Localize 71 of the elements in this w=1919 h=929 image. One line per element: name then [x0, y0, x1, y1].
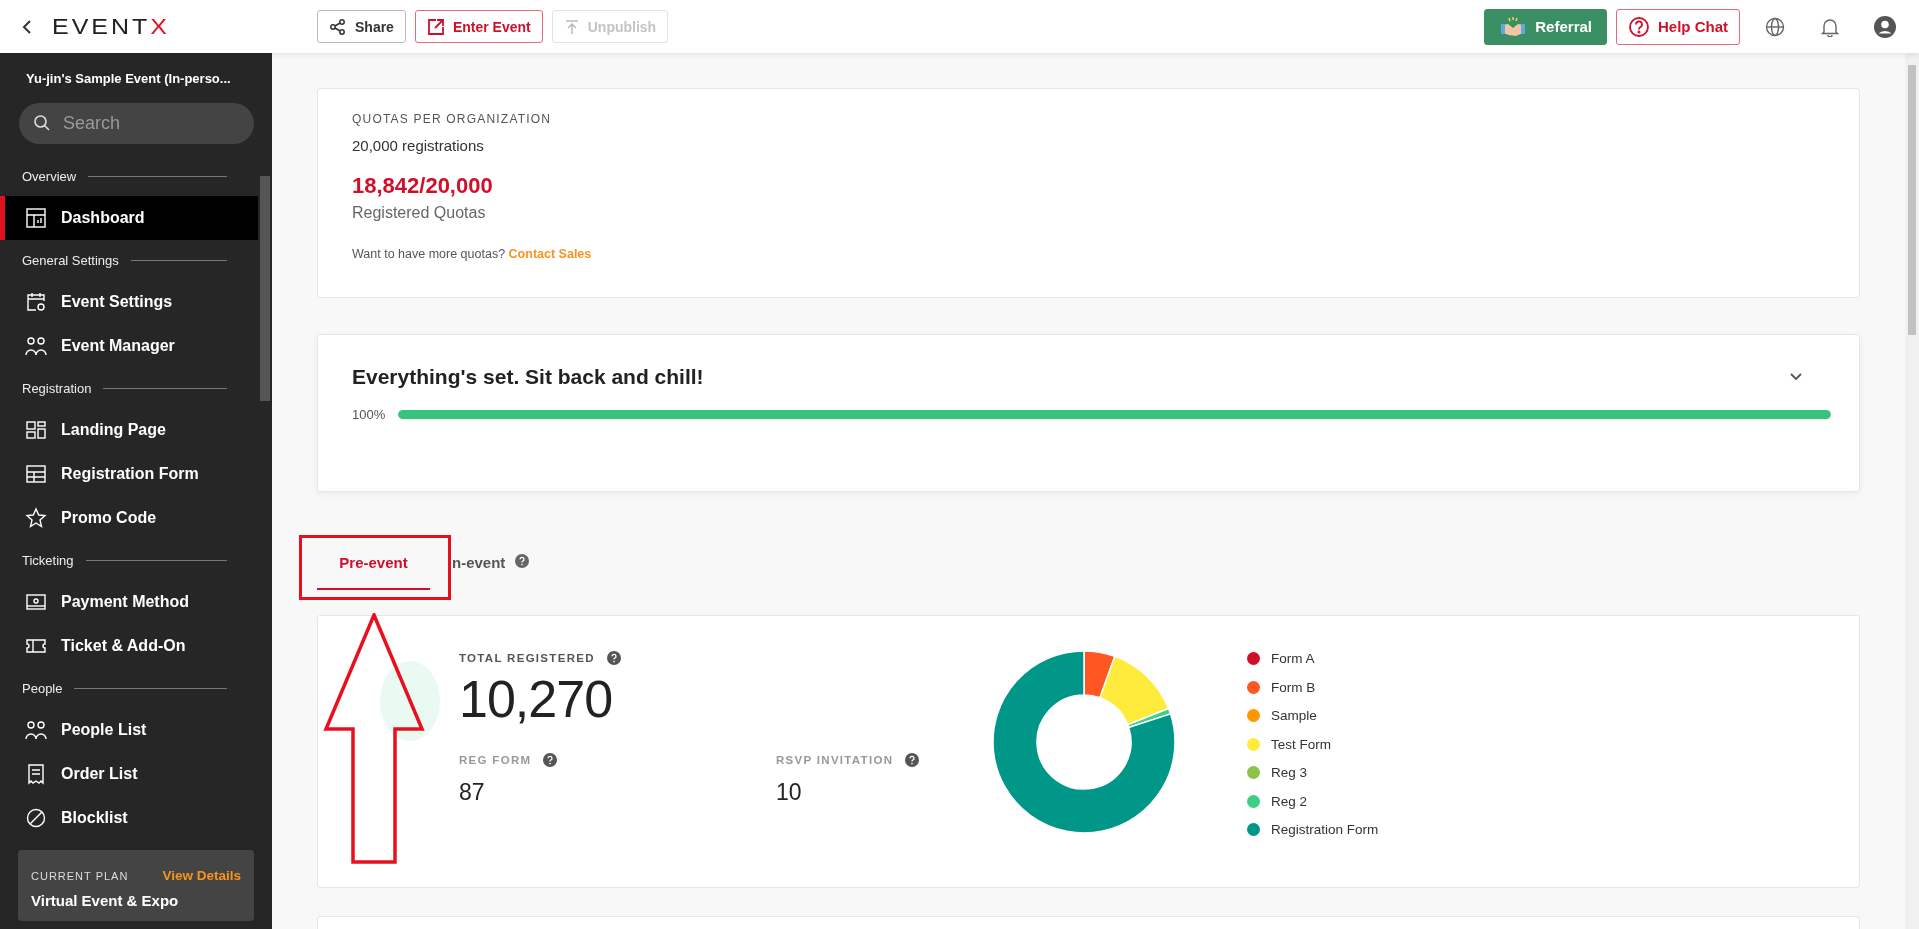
share-button[interactable]: Share	[317, 10, 406, 43]
logo[interactable]: EVENTX	[52, 14, 171, 39]
scrollbar[interactable]	[1905, 53, 1919, 929]
grid-icon	[25, 419, 47, 441]
help-button[interactable]: Help Chat	[1616, 8, 1740, 45]
sidebar-item[interactable]: Blocklist	[0, 796, 258, 840]
event-title: Yu-jin's Sample Event (In-perso...	[25, 70, 232, 86]
quota-title: QUOTAS PER ORGANIZATION	[352, 112, 553, 126]
help-icon[interactable]	[606, 651, 621, 665]
help-icon	[1628, 15, 1650, 38]
handshake-icon	[1499, 15, 1528, 38]
quota-limit: 20,000 registrations	[352, 137, 485, 154]
section-heading: General Settings	[22, 252, 119, 268]
plan-label: CURRENT PLAN	[31, 869, 129, 882]
section-heading: Ticketing	[22, 552, 74, 568]
progress-reading: 100%	[352, 407, 387, 422]
back-icon[interactable]	[22, 19, 32, 34]
legend-label: Form A	[1271, 651, 1315, 667]
view-details-link[interactable]: View Details	[162, 868, 241, 883]
section-heading: People	[22, 680, 63, 696]
enter-button[interactable]: Enter Event	[414, 10, 543, 43]
tab[interactable]: n-event	[430, 540, 590, 590]
external-link-icon	[426, 17, 445, 36]
sidebar-item[interactable]: Registration Form	[0, 452, 258, 496]
people-icon	[25, 719, 47, 741]
stat-label: RSVP INVITATION	[776, 754, 894, 766]
card-icon	[25, 591, 47, 613]
receipt-icon	[25, 763, 47, 785]
sidebar-item[interactable]: Event Manager	[0, 324, 258, 368]
sidebar-item[interactable]: Dashboard	[0, 196, 258, 240]
quota-note: Want to have more quotas?	[352, 247, 506, 261]
stat-label: TOTAL REGISTERED	[459, 652, 595, 664]
block-icon	[25, 807, 47, 829]
help-icon[interactable]	[515, 554, 530, 568]
stat-value: 10	[776, 779, 803, 806]
help-icon[interactable]	[905, 753, 920, 767]
people-icon	[25, 335, 47, 357]
progress-title: Everything's set. Sit back and chill!	[352, 365, 704, 389]
sidebar-item[interactable]: People List	[0, 708, 258, 752]
sidebar-item[interactable]: Payment Method	[0, 580, 258, 624]
tab[interactable]: Pre-event	[317, 540, 430, 590]
legend-label: Form B	[1271, 679, 1316, 695]
sidebar-item[interactable]: Ticket & Add-On	[0, 624, 258, 668]
legend-label: Reg 2	[1271, 793, 1308, 809]
chevron-down-icon[interactable]	[1789, 372, 1803, 382]
calendar-gear-icon	[25, 291, 47, 313]
stat-value: 87	[459, 779, 486, 806]
legend-label: Test Form	[1271, 736, 1331, 752]
section-heading: Overview	[22, 168, 77, 184]
search-field[interactable]: Search	[19, 103, 254, 144]
sidebar-item[interactable]: Event Settings	[0, 280, 258, 324]
share-icon	[329, 17, 347, 36]
legend-label: Sample	[1271, 708, 1317, 724]
sidebar-item[interactable]: Landing Page	[0, 408, 258, 452]
upload-icon	[563, 18, 580, 35]
section-heading: Registration	[22, 380, 92, 396]
star-icon	[25, 507, 47, 529]
total-registered-value: 10,270	[459, 669, 614, 729]
legend-label: Reg 3	[1271, 765, 1308, 781]
help-icon[interactable]	[543, 753, 558, 767]
scrollbar[interactable]	[260, 176, 270, 401]
plan-name: Virtual Event & Expo	[31, 892, 180, 909]
quota-usage-label: Registered Quotas	[352, 204, 487, 222]
sidebar-item[interactable]: Order List	[0, 752, 258, 796]
table-icon	[25, 463, 47, 485]
sidebar-item[interactable]: Promo Code	[0, 496, 258, 540]
dashboard-icon	[25, 207, 47, 229]
stat-label: REG FORM	[459, 754, 532, 766]
quota-usage: 18,842/20,000	[352, 173, 494, 199]
referral-button[interactable]: Referral	[1484, 8, 1607, 45]
legend-label: Registration Form	[1271, 822, 1379, 838]
